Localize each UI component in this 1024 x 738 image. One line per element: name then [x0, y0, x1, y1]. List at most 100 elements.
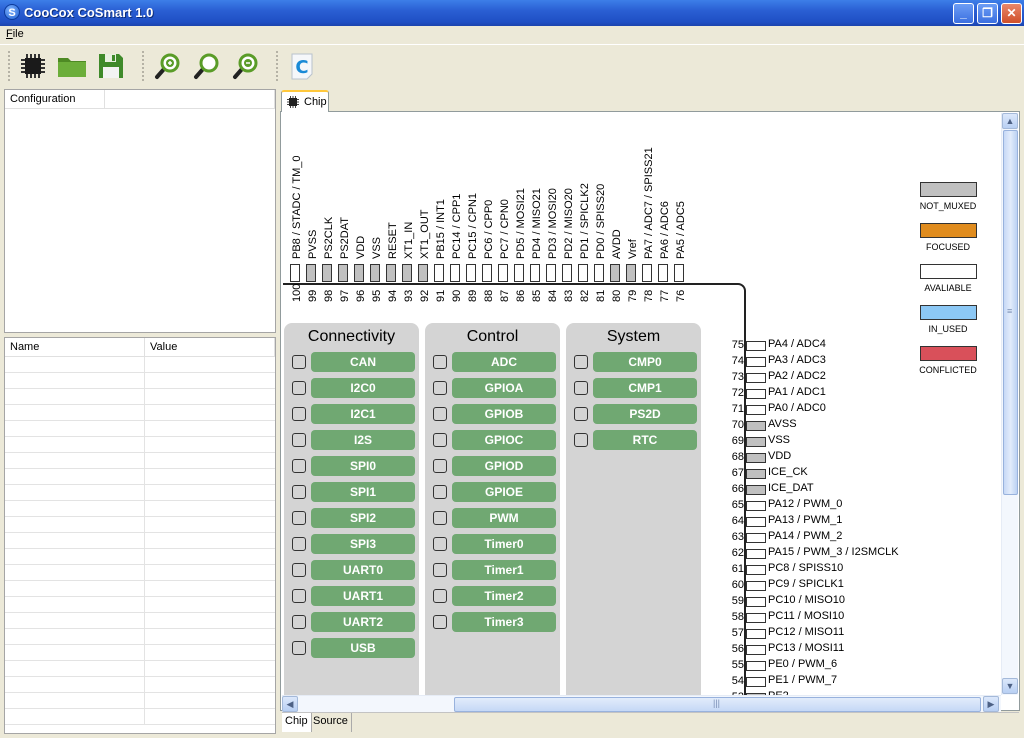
table-row[interactable] [5, 405, 275, 421]
table-row[interactable] [5, 453, 275, 469]
peripheral-checkbox[interactable] [292, 537, 306, 551]
configuration-header-blank[interactable] [105, 90, 275, 109]
peripheral-button[interactable]: GPIOB [452, 404, 556, 424]
chip-select-button[interactable] [16, 49, 50, 83]
peripheral-button[interactable]: Timer2 [452, 586, 556, 606]
horizontal-scroll-thumb[interactable]: ||| [454, 697, 981, 712]
peripheral-checkbox[interactable] [433, 355, 447, 369]
peripheral-checkbox[interactable] [292, 589, 306, 603]
peripheral-button[interactable]: PS2D [593, 404, 697, 424]
peripheral-button[interactable]: I2S [311, 430, 415, 450]
pin-54[interactable] [746, 677, 766, 687]
scroll-right-button[interactable]: ▶ [983, 696, 999, 712]
open-button[interactable] [55, 49, 89, 83]
zoom-reset-button[interactable] [189, 49, 223, 83]
table-row[interactable] [5, 693, 275, 709]
pin-64[interactable] [746, 517, 766, 527]
pin-93[interactable] [402, 264, 412, 282]
pin-70[interactable] [746, 421, 766, 431]
pin-83[interactable] [562, 264, 572, 282]
pin-81[interactable] [594, 264, 604, 282]
pin-89[interactable] [466, 264, 476, 282]
pin-97[interactable] [338, 264, 348, 282]
pin-98[interactable] [322, 264, 332, 282]
peripheral-button[interactable]: GPIOA [452, 378, 556, 398]
pin-56[interactable] [746, 645, 766, 655]
table-row[interactable] [5, 437, 275, 453]
peripheral-checkbox[interactable] [292, 511, 306, 525]
table-row[interactable] [5, 421, 275, 437]
pin-57[interactable] [746, 629, 766, 639]
peripheral-checkbox[interactable] [292, 381, 306, 395]
pin-91[interactable] [434, 264, 444, 282]
peripheral-button[interactable]: USB [311, 638, 415, 658]
table-row[interactable] [5, 661, 275, 677]
tab-source[interactable]: Source [310, 713, 352, 732]
pin-61[interactable] [746, 565, 766, 575]
peripheral-checkbox[interactable] [433, 563, 447, 577]
minimize-button[interactable]: _ [953, 3, 974, 24]
table-row[interactable] [5, 357, 275, 373]
tab-chip[interactable]: Chip [281, 90, 329, 112]
peripheral-button[interactable]: UART0 [311, 560, 415, 580]
pin-77[interactable] [658, 264, 668, 282]
peripheral-checkbox[interactable] [433, 537, 447, 551]
peripheral-button[interactable]: RTC [593, 430, 697, 450]
table-row[interactable] [5, 533, 275, 549]
peripheral-checkbox[interactable] [433, 485, 447, 499]
pin-76[interactable] [674, 264, 684, 282]
peripheral-checkbox[interactable] [292, 641, 306, 655]
peripheral-button[interactable]: I2C0 [311, 378, 415, 398]
peripheral-button[interactable]: SPI3 [311, 534, 415, 554]
pin-94[interactable] [386, 264, 396, 282]
configuration-header[interactable]: Configuration [5, 90, 105, 109]
peripheral-button[interactable]: GPIOD [452, 456, 556, 476]
table-row[interactable] [5, 645, 275, 661]
peripheral-checkbox[interactable] [292, 563, 306, 577]
peripheral-checkbox[interactable] [292, 407, 306, 421]
table-row[interactable] [5, 549, 275, 565]
configuration-tree[interactable]: Configuration [4, 89, 276, 333]
peripheral-button[interactable]: UART2 [311, 612, 415, 632]
peripheral-button[interactable]: SPI2 [311, 508, 415, 528]
pin-79[interactable] [626, 264, 636, 282]
table-row[interactable] [5, 709, 275, 725]
pin-60[interactable] [746, 581, 766, 591]
pin-96[interactable] [354, 264, 364, 282]
peripheral-checkbox[interactable] [433, 407, 447, 421]
pin-65[interactable] [746, 501, 766, 511]
pin-62[interactable] [746, 549, 766, 559]
peripheral-checkbox[interactable] [433, 459, 447, 473]
pin-66[interactable] [746, 485, 766, 495]
peripheral-checkbox[interactable] [433, 433, 447, 447]
peripheral-checkbox[interactable] [433, 589, 447, 603]
close-button[interactable]: ✕ [1001, 3, 1022, 24]
pin-55[interactable] [746, 661, 766, 671]
table-row[interactable] [5, 517, 275, 533]
peripheral-button[interactable]: SPI0 [311, 456, 415, 476]
pin-68[interactable] [746, 453, 766, 463]
peripheral-checkbox[interactable] [574, 433, 588, 447]
pin-92[interactable] [418, 264, 428, 282]
peripheral-button[interactable]: GPIOC [452, 430, 556, 450]
table-row[interactable] [5, 613, 275, 629]
pin-67[interactable] [746, 469, 766, 479]
peripheral-button[interactable]: UART1 [311, 586, 415, 606]
zoom-in-button[interactable] [150, 49, 184, 83]
vertical-scroll-thumb[interactable]: ≡ [1003, 130, 1018, 495]
peripheral-checkbox[interactable] [433, 615, 447, 629]
peripheral-checkbox[interactable] [292, 615, 306, 629]
pin-100[interactable] [290, 264, 300, 282]
name-column-header[interactable]: Name [5, 338, 145, 357]
table-row[interactable] [5, 501, 275, 517]
pin-58[interactable] [746, 613, 766, 623]
save-button[interactable] [94, 49, 128, 83]
peripheral-checkbox[interactable] [574, 381, 588, 395]
scroll-left-button[interactable]: ◀ [282, 696, 298, 712]
peripheral-button[interactable]: ADC [452, 352, 556, 372]
menu-file[interactable]: File [6, 28, 24, 40]
pin-80[interactable] [610, 264, 620, 282]
table-row[interactable] [5, 581, 275, 597]
peripheral-checkbox[interactable] [574, 407, 588, 421]
peripheral-checkbox[interactable] [292, 459, 306, 473]
